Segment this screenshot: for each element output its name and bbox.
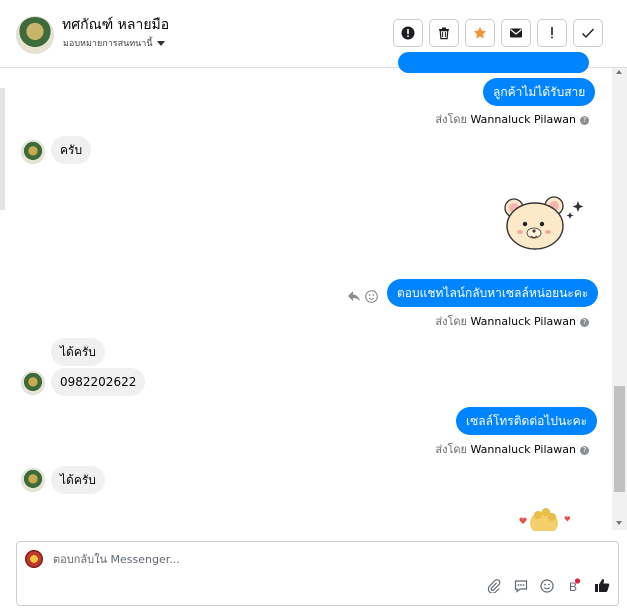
mark-unread-button[interactable]: [501, 19, 531, 47]
appointment-icon[interactable]: B: [568, 578, 581, 594]
scroll-down-arrow[interactable]: [616, 521, 622, 525]
assign-label: มอบหมายการสนทนานี้: [63, 39, 153, 49]
message-bubble-incoming[interactable]: 0982202622: [51, 368, 146, 396]
contact-name[interactable]: ทศกัณฑ์ หลายมือ: [62, 14, 169, 36]
contact-avatar-small[interactable]: [21, 140, 45, 164]
sent-by-label: ส่งโดย Wannaluck Pilawan?: [435, 440, 589, 458]
help-icon[interactable]: ?: [580, 115, 589, 125]
message-bubble-outgoing[interactable]: ตอบแชทไลน์กลับหาเซลล์หน่อยนะคะ: [387, 279, 599, 307]
delete-button[interactable]: [429, 19, 459, 47]
sender-name: Wannaluck Pilawan: [470, 113, 577, 126]
sent-by-label: ส่งโดย Wannaluck Pilawan?: [435, 110, 589, 128]
sticker-partial[interactable]: [512, 503, 574, 531]
flag-button[interactable]: [537, 19, 567, 47]
message-bubble-outgoing-partial[interactable]: [398, 52, 589, 73]
sent-by-label: ส่งโดย Wannaluck Pilawan?: [435, 312, 589, 330]
page-avatar: [25, 550, 43, 568]
sender-name: Wannaluck Pilawan: [470, 315, 577, 328]
bear-sticker[interactable]: [498, 190, 593, 256]
thumbs-up-icon[interactable]: [594, 577, 610, 593]
sticker-image: [504, 196, 584, 250]
sticker-image: [519, 508, 571, 531]
done-button[interactable]: [573, 19, 603, 47]
contact-avatar-small[interactable]: [21, 371, 45, 395]
mark-spam-button[interactable]: [393, 19, 423, 47]
emoji-icon[interactable]: [540, 579, 554, 593]
scroll-up-arrow[interactable]: [616, 70, 622, 74]
help-icon[interactable]: ?: [580, 317, 589, 327]
left-scroll-indicator: [0, 88, 5, 210]
message-bubble-incoming[interactable]: ครับ: [51, 136, 92, 164]
exclamation-icon: [551, 27, 553, 39]
sent-by-prefix: ส่งโดย: [435, 443, 467, 456]
reply-icon[interactable]: [347, 290, 361, 302]
reply-composer[interactable]: ตอบกลับใน Messenger... B: [16, 541, 619, 606]
assign-conversation-dropdown[interactable]: มอบหมายการสนทนานี้: [63, 36, 165, 50]
sent-by-prefix: ส่งโดย: [435, 113, 467, 126]
saved-replies-icon[interactable]: [514, 579, 528, 593]
emoji-react-icon[interactable]: [365, 290, 378, 303]
checkmark-icon: [582, 28, 595, 39]
envelope-icon: [510, 28, 522, 38]
contact-avatar[interactable]: [16, 16, 54, 54]
scrollbar-thumb[interactable]: [614, 386, 625, 492]
message-bubble-outgoing[interactable]: เซลล์โทรติดต่อไปนะคะ: [456, 407, 598, 435]
message-bubble-incoming[interactable]: ได้ครับ: [51, 466, 105, 494]
reply-input[interactable]: ตอบกลับใน Messenger...: [53, 550, 180, 568]
star-button[interactable]: [465, 19, 495, 47]
sender-name: Wannaluck Pilawan: [470, 443, 577, 456]
message-bubble-incoming[interactable]: ได้ครับ: [51, 338, 105, 366]
trash-icon: [439, 27, 449, 40]
caret-down-icon: [156, 41, 165, 46]
contact-avatar-small[interactable]: [21, 468, 45, 492]
help-icon[interactable]: ?: [580, 445, 589, 455]
message-bubble-outgoing[interactable]: ลูกค้าไม่ได้รับสาย: [483, 78, 596, 106]
star-icon: [473, 26, 487, 39]
paperclip-icon[interactable]: [487, 579, 501, 593]
alert-circle-icon: [401, 26, 415, 40]
sent-by-prefix: ส่งโดย: [435, 315, 467, 328]
